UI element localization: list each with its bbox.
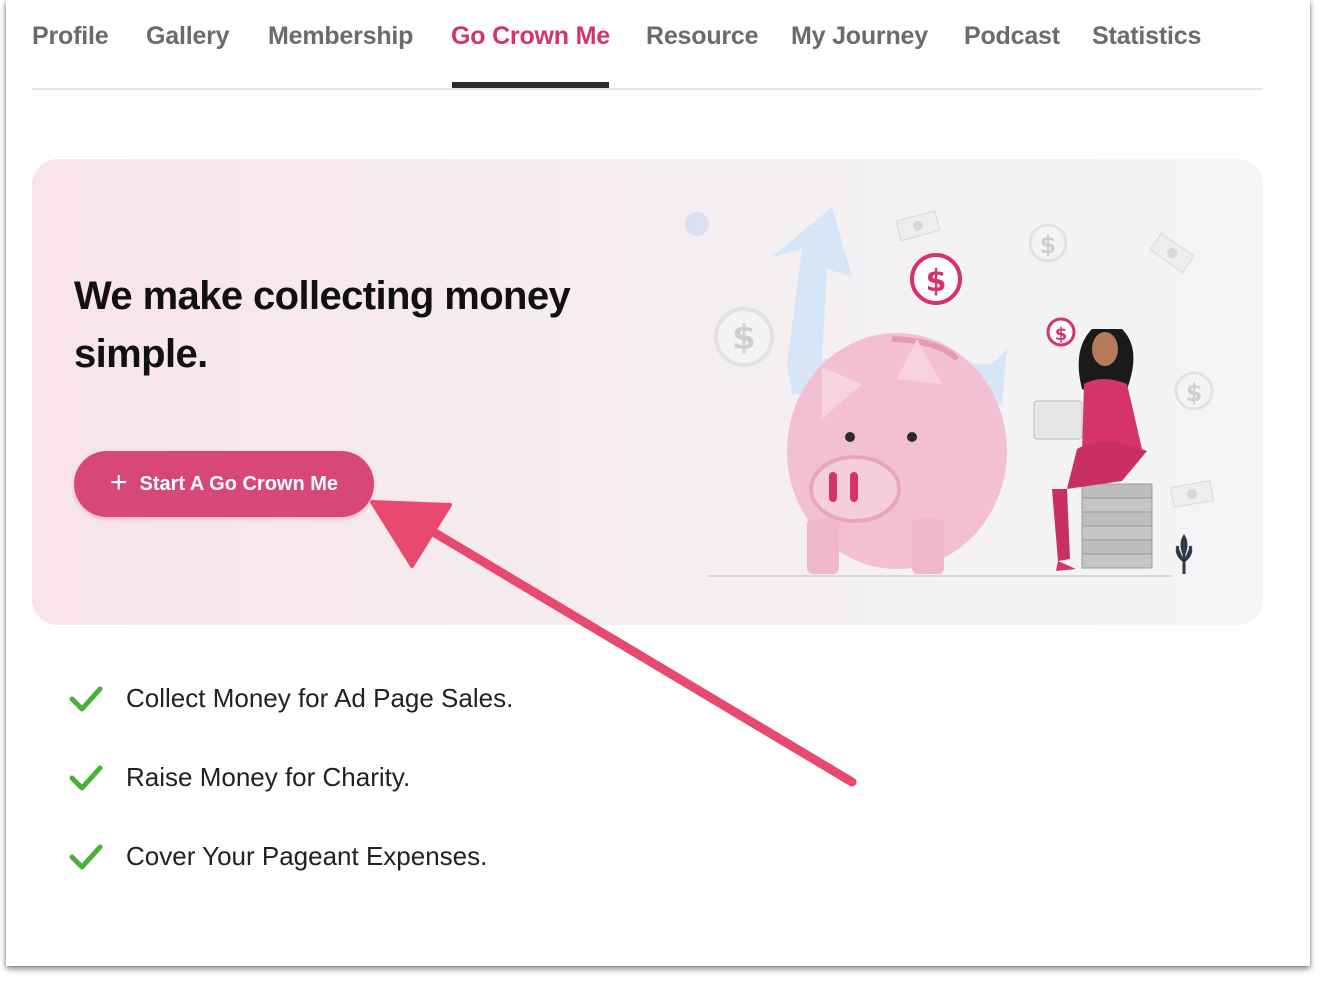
tab-gallery[interactable]: Gallery <box>146 22 230 88</box>
tab-my-journey[interactable]: My Journey <box>791 22 928 88</box>
svg-text:$: $ <box>1186 379 1203 407</box>
svg-text:$: $ <box>1055 324 1068 345</box>
piggy-bank-illustration: $ $ $ $ $ <box>685 207 1215 577</box>
banknote-icon <box>1169 480 1215 508</box>
svg-text:$: $ <box>1040 231 1057 259</box>
start-go-crown-me-button[interactable]: + Start A Go Crown Me <box>74 451 374 517</box>
list-item: Cover Your Pageant Expenses. <box>68 836 668 876</box>
feature-text: Raise Money for Charity. <box>126 761 411 792</box>
hero-headline: We make collecting money simple. <box>74 274 571 376</box>
dollar-coin-icon: $ <box>1028 223 1068 263</box>
tab-profile[interactable]: Profile <box>32 22 109 88</box>
svg-text:$: $ <box>926 264 947 299</box>
list-item: Raise Money for Charity. <box>68 757 668 797</box>
tab-podcast[interactable]: Podcast <box>964 22 1060 88</box>
banknote-icon <box>895 210 941 242</box>
list-item: Collect Money for Ad Page Sales. <box>68 678 668 718</box>
hero-banner: We make collecting money simple. + Start… <box>32 159 1263 625</box>
active-tab-indicator <box>452 82 609 88</box>
dollar-coin-icon: $ <box>1174 371 1214 411</box>
feature-text: Cover Your Pageant Expenses. <box>126 840 488 871</box>
coin-stack <box>1081 483 1153 569</box>
tab-bar: Profile Gallery Membership Go Crown Me R… <box>32 0 1263 90</box>
banknote-icon <box>1149 232 1195 274</box>
check-icon <box>69 765 103 791</box>
app-window: Profile Gallery Membership Go Crown Me R… <box>6 0 1310 966</box>
dollar-coin-icon: $ <box>1046 317 1076 347</box>
tab-membership[interactable]: Membership <box>268 22 413 88</box>
tab-go-crown-me[interactable]: Go Crown Me <box>451 22 610 88</box>
feature-text: Collect Money for Ad Page Sales. <box>126 682 514 713</box>
dollar-coin-icon: $ <box>714 307 774 367</box>
start-go-crown-me-label: Start A Go Crown Me <box>139 472 339 495</box>
dollar-coin-icon: $ <box>910 253 962 305</box>
svg-text:$: $ <box>732 318 756 358</box>
tab-resource[interactable]: Resource <box>646 22 759 88</box>
plus-icon: + <box>109 465 128 499</box>
piggy-bank <box>787 333 1007 574</box>
tab-statistics[interactable]: Statistics <box>1092 22 1201 88</box>
check-icon <box>69 844 103 870</box>
check-icon <box>69 686 103 712</box>
